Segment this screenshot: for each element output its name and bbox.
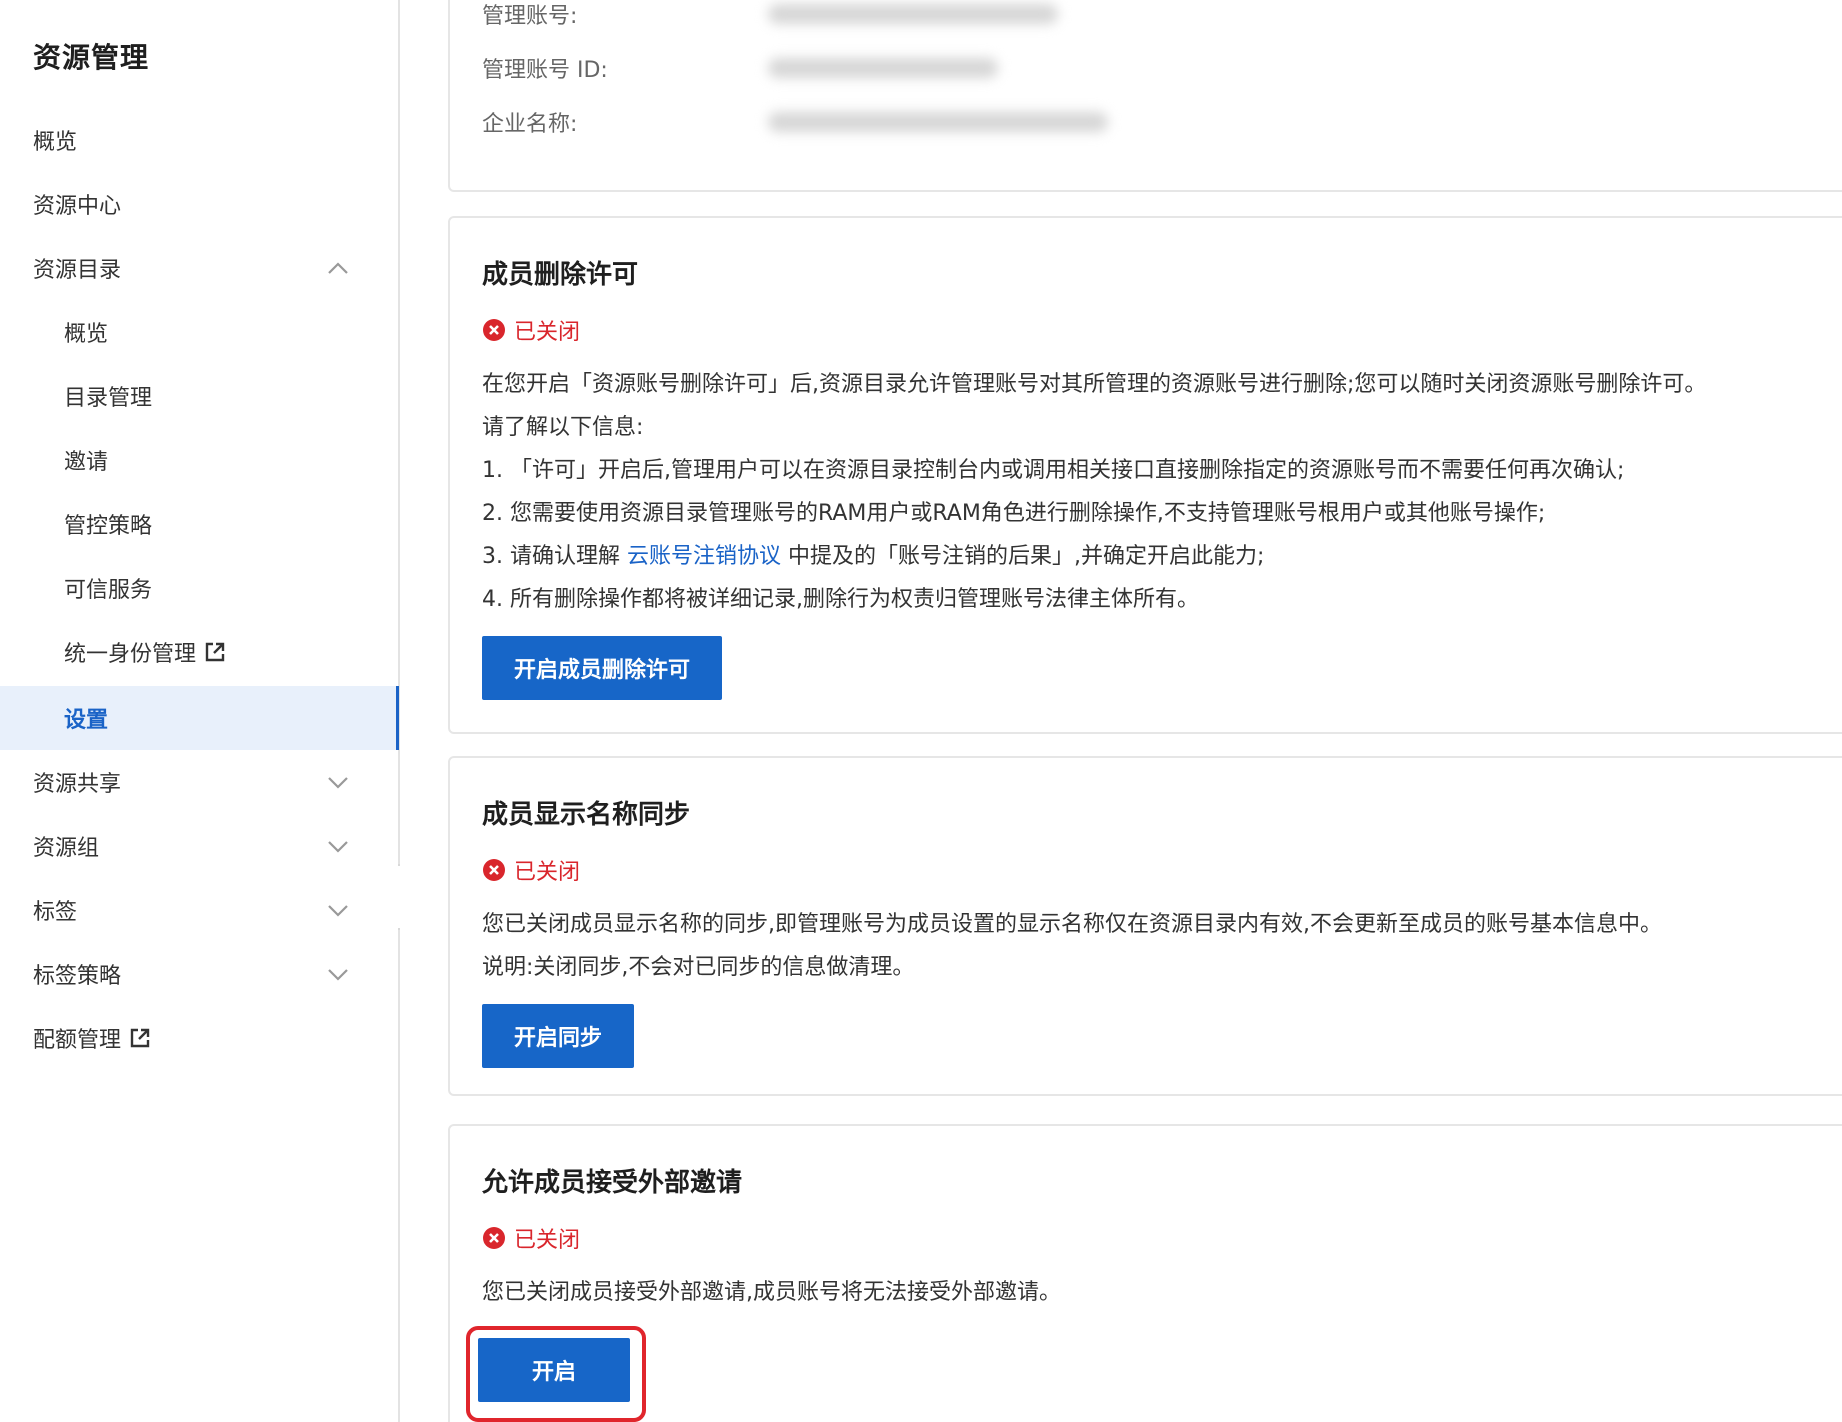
company-name-label: 企业名称: bbox=[482, 112, 578, 137]
sidebar-item-resource-directory[interactable]: 资源目录 bbox=[0, 236, 398, 300]
account-info-card: 管理账号: 管理账号 ID: 企业名称: bbox=[448, 0, 1842, 192]
status-text: 已关闭 bbox=[514, 320, 581, 345]
sidebar-item-tags[interactable]: 标签 bbox=[0, 878, 398, 942]
sidebar-item-resource-center[interactable]: 资源中心 bbox=[0, 172, 398, 236]
app-frame: 资源管理 概览 资源中心 资源目录 概览 目录管理 邀请 管控策略 可信服务 统… bbox=[0, 0, 1842, 1422]
list-item-suffix: 中提及的「账号注销的后果」,并确定开启此能力; bbox=[781, 544, 1265, 569]
sidebar-item-resource-groups[interactable]: 资源组 bbox=[0, 814, 398, 878]
sidebar-item-quota-management[interactable]: 配额管理 bbox=[0, 1006, 398, 1070]
sidebar-title: 资源管理 bbox=[33, 41, 150, 74]
sidebar-item-label: 管控策略 bbox=[64, 514, 153, 539]
sidebar-item-directory-management[interactable]: 目录管理 bbox=[0, 364, 398, 428]
description-text: 您已关闭成员接受外部邀请,成员账号将无法接受外部邀请。 bbox=[482, 1280, 1061, 1305]
main-content: 管理账号: 管理账号 ID: 企业名称: 成员删除许可 已关闭 在您开启「资源账… bbox=[400, 0, 1842, 1422]
sidebar-item-overview[interactable]: 概览 bbox=[0, 108, 398, 172]
sidebar-item-label: 统一身份管理 bbox=[64, 642, 197, 667]
close-circle-icon bbox=[483, 859, 505, 881]
description-list-item: 2. 您需要使用资源目录管理账号的RAM用户或RAM角色进行删除操作,不支持管理… bbox=[482, 501, 1546, 526]
enable-external-invitation-button[interactable]: 开启 bbox=[478, 1338, 630, 1402]
card-title: 允许成员接受外部邀请 bbox=[482, 1168, 743, 1198]
description-list-item: 1. 「许可」开启后,管理用户可以在资源目录控制台内或调用相关接口直接删除指定的… bbox=[482, 458, 1625, 483]
status-text: 已关闭 bbox=[514, 860, 581, 885]
sidebar-item-label: 标签策略 bbox=[33, 964, 122, 989]
company-name-value bbox=[768, 112, 1108, 132]
close-circle-icon bbox=[483, 1227, 505, 1249]
sidebar-item-label: 概览 bbox=[64, 322, 109, 347]
sidebar-item-control-policies[interactable]: 管控策略 bbox=[0, 492, 398, 556]
description-text: 请了解以下信息: bbox=[482, 415, 644, 440]
sidebar-item-label: 配额管理 bbox=[33, 1028, 122, 1053]
sidebar-item-label: 目录管理 bbox=[64, 386, 153, 411]
external-invitation-card: 允许成员接受外部邀请 已关闭 您已关闭成员接受外部邀请,成员账号将无法接受外部邀… bbox=[448, 1124, 1842, 1422]
description-note: 说明:关闭同步,不会对已同步的信息做清理。 bbox=[482, 955, 915, 980]
sidebar-item-label: 可信服务 bbox=[64, 578, 153, 603]
status-badge: 已关闭 bbox=[482, 1222, 580, 1254]
sidebar-item-settings[interactable]: 设置 bbox=[0, 686, 399, 750]
display-name-sync-card: 成员显示名称同步 已关闭 您已关闭成员显示名称的同步,即管理账号为成员设置的显示… bbox=[448, 756, 1842, 1096]
enable-member-deletion-button[interactable]: 开启成员删除许可 bbox=[482, 636, 723, 700]
list-item-prefix: 3. 请确认理解 bbox=[482, 544, 627, 569]
sidebar-item-label: 邀请 bbox=[64, 450, 109, 475]
description-list-item: 4. 所有删除操作都将被详细记录,删除行为权责归管理账号法律主体所有。 bbox=[482, 587, 1199, 612]
description-list-item: 3. 请确认理解 云账号注销协议 中提及的「账号注销的后果」,并确定开启此能力; bbox=[482, 538, 1264, 570]
sidebar-item-label: 资源目录 bbox=[33, 258, 122, 283]
admin-account-label: 管理账号: bbox=[482, 4, 578, 29]
sidebar-item-label: 设置 bbox=[64, 708, 109, 733]
sidebar-item-tag-policies[interactable]: 标签策略 bbox=[0, 942, 398, 1006]
sidebar: 资源管理 概览 资源中心 资源目录 概览 目录管理 邀请 管控策略 可信服务 统… bbox=[0, 0, 400, 1422]
sidebar-item-identity-management[interactable]: 统一身份管理 bbox=[0, 620, 398, 684]
sidebar-item-label: 概览 bbox=[33, 130, 78, 155]
external-link-icon bbox=[205, 642, 225, 662]
sidebar-item-label: 资源共享 bbox=[33, 772, 122, 797]
sidebar-item-label: 资源组 bbox=[33, 836, 100, 861]
sidebar-item-label: 资源中心 bbox=[33, 194, 122, 219]
card-title: 成员显示名称同步 bbox=[482, 800, 691, 830]
admin-account-value bbox=[768, 4, 1058, 24]
sidebar-item-trusted-services[interactable]: 可信服务 bbox=[0, 556, 398, 620]
status-badge: 已关闭 bbox=[482, 854, 580, 886]
chevron-down-icon[interactable] bbox=[326, 772, 350, 792]
chevron-down-icon[interactable] bbox=[326, 900, 350, 920]
chevron-down-icon[interactable] bbox=[326, 836, 350, 856]
status-text: 已关闭 bbox=[514, 1228, 581, 1253]
description-text: 您已关闭成员显示名称的同步,即管理账号为成员设置的显示名称仅在资源目录内有效,不… bbox=[482, 912, 1662, 937]
sidebar-item-rd-overview[interactable]: 概览 bbox=[0, 300, 398, 364]
description-text: 在您开启「资源账号删除许可」后,资源目录允许管理账号对其所管理的资源账号进行删除… bbox=[482, 372, 1707, 397]
admin-account-id-label: 管理账号 ID: bbox=[482, 58, 608, 83]
sidebar-item-resource-sharing[interactable]: 资源共享 bbox=[0, 750, 398, 814]
external-link-icon bbox=[130, 1028, 150, 1048]
sidebar-item-label: 标签 bbox=[33, 900, 78, 925]
close-circle-icon bbox=[483, 319, 505, 341]
sidebar-item-invitations[interactable]: 邀请 bbox=[0, 428, 398, 492]
admin-account-id-value bbox=[768, 58, 998, 78]
status-badge: 已关闭 bbox=[482, 314, 580, 346]
card-title: 成员删除许可 bbox=[482, 260, 639, 290]
member-deletion-card: 成员删除许可 已关闭 在您开启「资源账号删除许可」后,资源目录允许管理账号对其所… bbox=[448, 216, 1842, 734]
chevron-up-icon[interactable] bbox=[326, 258, 350, 278]
chevron-down-icon[interactable] bbox=[326, 964, 350, 984]
enable-sync-button[interactable]: 开启同步 bbox=[482, 1004, 635, 1068]
cloud-account-deregistration-agreement-link[interactable]: 云账号注销协议 bbox=[627, 544, 781, 569]
